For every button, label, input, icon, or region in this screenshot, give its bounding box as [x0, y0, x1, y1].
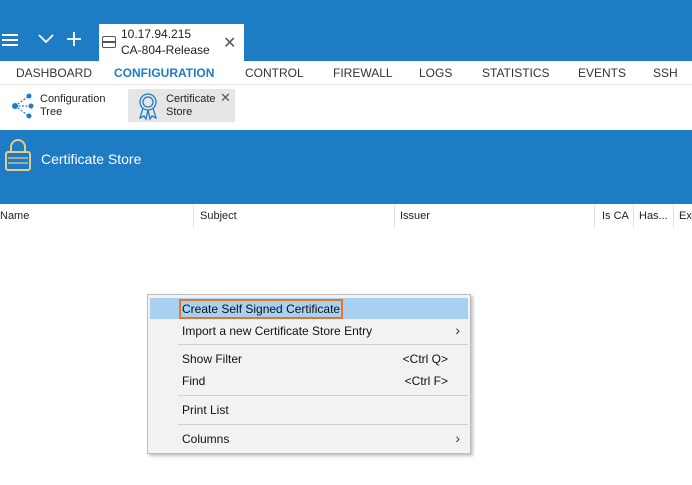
- menu-item-import-entry[interactable]: Import a new Certificate Store Entry ›: [150, 320, 468, 341]
- nav-logs[interactable]: LOGS: [419, 66, 452, 80]
- column-has[interactable]: Has...: [639, 205, 671, 228]
- session-ip: 10.17.94.215: [121, 27, 192, 41]
- column-expires[interactable]: Ex: [679, 205, 692, 228]
- hamburger-menu-icon[interactable]: [2, 34, 18, 47]
- menu-item-find[interactable]: Find <Ctrl F>: [150, 370, 468, 391]
- column-issuer[interactable]: Issuer: [400, 205, 590, 228]
- menu-item-label: Find: [182, 374, 206, 388]
- menu-item-create-self-signed[interactable]: Create Self Signed Certificate: [150, 298, 468, 319]
- nav-firewall[interactable]: FIREWALL: [333, 66, 393, 80]
- plus-icon[interactable]: [66, 31, 82, 50]
- column-is-ca[interactable]: Is CA: [602, 205, 632, 228]
- column-name[interactable]: Name: [0, 205, 190, 228]
- column-subject[interactable]: Subject: [200, 205, 390, 228]
- table-header: Name Subject Issuer Is CA Has... Ex: [0, 205, 692, 228]
- lock-icon: [5, 139, 31, 171]
- subtab-configuration-tree[interactable]: Configuration Tree: [8, 89, 118, 122]
- main-nav: DASHBOARD CONFIGURATION CONTROL FIREWALL…: [0, 61, 692, 85]
- submenu-arrow-icon: ›: [455, 322, 460, 338]
- certificate-badge-icon: [138, 93, 158, 121]
- server-icon: [102, 36, 116, 48]
- page-header: Certificate Store: [0, 130, 692, 204]
- column-divider[interactable]: [673, 205, 674, 228]
- close-icon[interactable]: ✕: [223, 33, 236, 53]
- submenu-arrow-icon: ›: [455, 430, 460, 446]
- menu-item-label: Show Filter: [182, 352, 243, 366]
- menu-item-label: Import a new Certificate Store Entry: [182, 324, 373, 338]
- chevron-down-icon[interactable]: [38, 33, 54, 48]
- sub-toolbar: Configuration Tree Certificate Store ✕: [0, 86, 692, 130]
- session-name: CA-804-Release: [121, 43, 210, 57]
- subtab-store-label-1: Certificate: [166, 93, 216, 105]
- session-tab[interactable]: 10.17.94.215 CA-804-Release ✕: [99, 24, 244, 61]
- title-bar: 10.17.94.215 CA-804-Release ✕: [0, 0, 692, 61]
- menu-separator: [178, 395, 468, 396]
- column-divider[interactable]: [633, 205, 634, 228]
- nav-events[interactable]: EVENTS: [578, 66, 626, 80]
- subtab-tree-label-2: Tree: [40, 106, 63, 118]
- page-title: Certificate Store: [41, 151, 142, 167]
- context-menu: Create Self Signed Certificate Import a …: [147, 294, 471, 454]
- menu-item-print-list[interactable]: Print List: [150, 399, 468, 420]
- menu-item-label: Columns: [182, 432, 230, 446]
- menu-item-label: Print List: [182, 403, 229, 417]
- nav-dashboard[interactable]: DASHBOARD: [16, 66, 92, 80]
- tree-icon: [12, 93, 34, 119]
- close-icon[interactable]: ✕: [220, 90, 231, 106]
- menu-item-label: Create Self Signed Certificate: [178, 299, 344, 319]
- column-divider[interactable]: [193, 205, 194, 228]
- menu-item-show-filter[interactable]: Show Filter <Ctrl Q>: [150, 348, 468, 369]
- menu-separator: [178, 344, 468, 345]
- nav-ssh[interactable]: SSH: [653, 66, 678, 80]
- nav-configuration[interactable]: CONFIGURATION: [114, 66, 214, 80]
- menu-item-shortcut: <Ctrl Q>: [402, 352, 448, 366]
- menu-item-columns[interactable]: Columns ›: [150, 428, 468, 449]
- subtab-certificate-store[interactable]: Certificate Store ✕: [128, 89, 235, 122]
- nav-statistics[interactable]: STATISTICS: [482, 66, 550, 80]
- subtab-store-label-2: Store: [166, 106, 193, 118]
- column-divider[interactable]: [394, 205, 395, 228]
- menu-item-shortcut: <Ctrl F>: [404, 374, 448, 388]
- subtab-tree-label-1: Configuration: [40, 93, 106, 105]
- nav-control[interactable]: CONTROL: [245, 66, 304, 80]
- menu-separator: [178, 424, 468, 425]
- column-divider[interactable]: [594, 205, 595, 228]
